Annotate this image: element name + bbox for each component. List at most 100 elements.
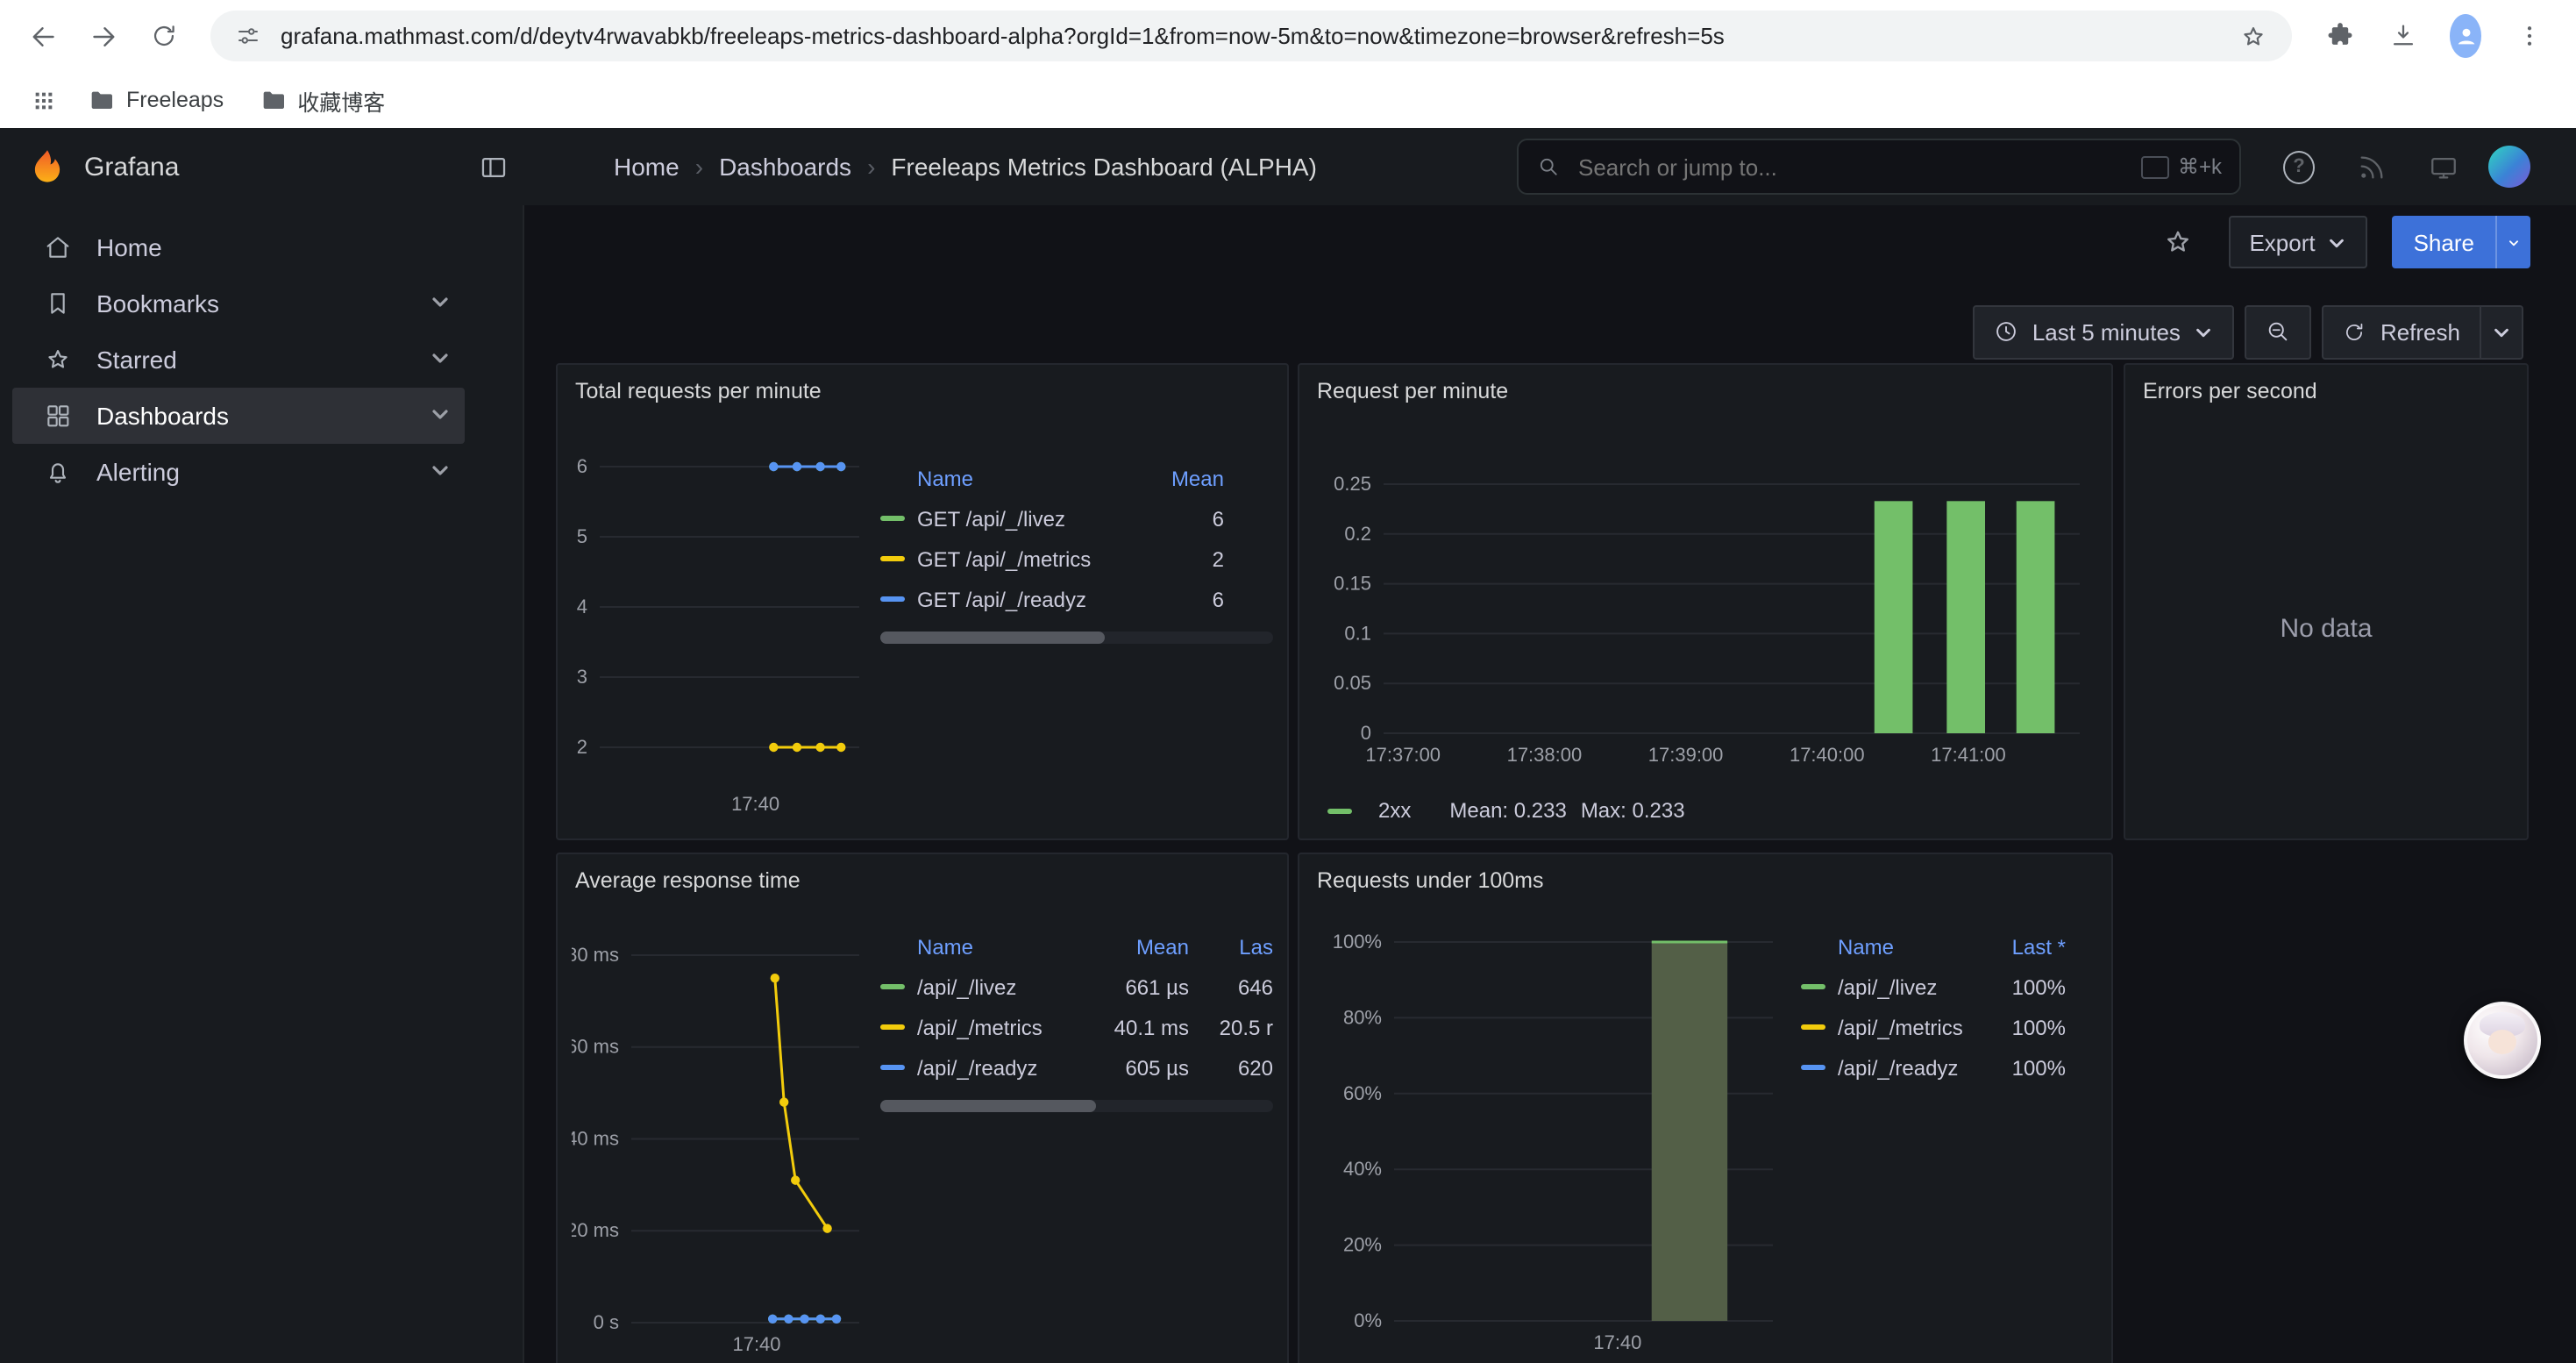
scrollbar-thumb[interactable] bbox=[880, 1100, 1096, 1112]
rss-icon bbox=[2356, 152, 2386, 182]
refresh-interval-button[interactable] bbox=[2481, 304, 2523, 359]
assistant-avatar-button[interactable] bbox=[2464, 1002, 2541, 1079]
profile-button[interactable] bbox=[2439, 10, 2492, 62]
extensions-button[interactable] bbox=[2313, 10, 2366, 62]
downloads-button[interactable] bbox=[2376, 10, 2429, 62]
breadcrumb: Home › Dashboards › Freeleaps Metrics Da… bbox=[614, 153, 1317, 181]
svg-text:0.05: 0.05 bbox=[1334, 672, 1371, 694]
legend-row[interactable]: /api/_/readyz 605 µs 620 bbox=[880, 1047, 1273, 1088]
sidebar-item-dashboards[interactable]: Dashboards bbox=[12, 388, 465, 444]
svg-text:17:39:00: 17:39:00 bbox=[1648, 744, 1724, 766]
panel-title[interactable]: Total requests per minute bbox=[558, 365, 1287, 417]
svg-text:17:37:00: 17:37:00 bbox=[1365, 744, 1441, 766]
keyboard-icon bbox=[2141, 155, 2169, 178]
series-color-dash bbox=[1327, 808, 1352, 813]
grafana-logo[interactable] bbox=[28, 147, 67, 186]
average-response-time-chart[interactable]: 80 ms60 ms40 ms20 ms0 s17:40 bbox=[572, 907, 870, 1363]
svg-text:20%: 20% bbox=[1343, 1234, 1382, 1256]
panel-title[interactable]: Requests under 100ms bbox=[1299, 854, 2111, 907]
refresh-button[interactable]: Refresh bbox=[2323, 304, 2481, 359]
favorite-dashboard-button[interactable] bbox=[2151, 216, 2203, 268]
legend-row[interactable]: /api/_/metrics 40.1 ms 20.5 r bbox=[880, 1007, 1273, 1047]
panel-title[interactable]: Request per minute bbox=[1299, 365, 2111, 417]
legend-col-name[interactable]: Name bbox=[880, 935, 1087, 960]
dock-menu-button[interactable] bbox=[466, 140, 519, 193]
legend-col-last[interactable]: Last * bbox=[1978, 935, 2066, 960]
svg-text:17:40: 17:40 bbox=[731, 793, 779, 815]
puzzle-icon bbox=[2324, 21, 2354, 51]
home-icon bbox=[44, 233, 72, 261]
site-info-icon[interactable] bbox=[235, 23, 261, 49]
apps-shortcut-button[interactable] bbox=[21, 77, 67, 123]
url-input[interactable] bbox=[277, 21, 2224, 51]
panel-title[interactable]: Average response time bbox=[558, 854, 1287, 907]
refresh-icon bbox=[2344, 320, 2366, 343]
bookmark-folder-freeleaps[interactable]: Freeleaps bbox=[74, 79, 238, 121]
sidebar-item-alerting[interactable]: Alerting bbox=[12, 444, 465, 500]
bookmark-star-icon[interactable] bbox=[2239, 22, 2267, 50]
legend-col-name[interactable]: Name bbox=[1801, 935, 1978, 960]
requests-per-minute-chart[interactable]: 0.250.20.150.10.05017:37:0017:38:0017:39… bbox=[1313, 417, 2097, 775]
legend-scrollbar[interactable] bbox=[880, 1100, 1273, 1112]
scrollbar-thumb[interactable] bbox=[880, 632, 1104, 644]
chevron-down-icon[interactable] bbox=[430, 289, 451, 318]
sidebar-item-home[interactable]: Home bbox=[12, 219, 465, 275]
legend-row[interactable]: /api/_/livez 661 µs 646 bbox=[880, 967, 1273, 1007]
breadcrumb-dashboards[interactable]: Dashboards bbox=[719, 153, 851, 181]
legend-col-mean[interactable]: Mean bbox=[1126, 467, 1224, 491]
news-button[interactable] bbox=[2345, 140, 2397, 193]
back-button[interactable] bbox=[18, 10, 70, 62]
export-button[interactable]: Export bbox=[2228, 216, 2367, 268]
series-color-dash bbox=[880, 984, 905, 989]
bookmark-label: 收藏博客 bbox=[297, 83, 385, 117]
svg-text:40 ms: 40 ms bbox=[572, 1127, 619, 1149]
chevron-down-icon[interactable] bbox=[430, 402, 451, 430]
total-requests-chart[interactable]: 6543217:40 bbox=[572, 417, 870, 821]
user-avatar[interactable] bbox=[2488, 146, 2530, 188]
legend-row[interactable]: GET /api/_/metrics 2 bbox=[880, 539, 1273, 579]
sidebar-item-starred[interactable]: Starred bbox=[12, 332, 465, 388]
svg-text:17:40: 17:40 bbox=[1593, 1331, 1641, 1353]
time-range-picker[interactable]: Last 5 minutes bbox=[1973, 304, 2235, 359]
legend-row[interactable]: /api/_/metrics 100% bbox=[1801, 1007, 2066, 1047]
breadcrumb-home[interactable]: Home bbox=[614, 153, 680, 181]
kiosk-mode-button[interactable] bbox=[2416, 140, 2469, 193]
forward-button[interactable] bbox=[77, 10, 130, 62]
panel-body: No data bbox=[2125, 417, 2527, 838]
reload-button[interactable] bbox=[137, 10, 189, 62]
zoom-out-button[interactable] bbox=[2245, 304, 2312, 359]
bookmark-folder-blogs[interactable]: 收藏博客 bbox=[245, 79, 399, 121]
legend-row[interactable]: /api/_/readyz 100% bbox=[1801, 1047, 2066, 1088]
legend-col-last[interactable]: Las bbox=[1199, 935, 1273, 960]
legend-inline[interactable]: 2xx Mean: 0.233 Max: 0.233 bbox=[1327, 798, 1685, 823]
reload-icon bbox=[148, 21, 178, 51]
legend-row[interactable]: GET /api/_/readyz 6 bbox=[880, 579, 1273, 619]
search-box[interactable]: ⌘+k bbox=[1517, 139, 2241, 195]
chevron-down-icon[interactable] bbox=[430, 346, 451, 374]
svg-text:5: 5 bbox=[577, 525, 587, 547]
chevron-down-icon[interactable] bbox=[430, 458, 451, 486]
svg-text:0.15: 0.15 bbox=[1334, 573, 1371, 595]
panel-requests-under-100ms: Requests under 100ms 100%80%60%40%20%0%1… bbox=[1298, 853, 2113, 1363]
brand-name: Grafana bbox=[84, 152, 179, 182]
share-menu-button[interactable] bbox=[2495, 216, 2530, 268]
search-input[interactable] bbox=[1575, 152, 2127, 182]
monitor-icon bbox=[2428, 152, 2458, 182]
legend-scrollbar[interactable] bbox=[880, 632, 1273, 644]
sidebar-item-label: Alerting bbox=[96, 458, 180, 486]
legend-row[interactable]: GET /api/_/livez 6 bbox=[880, 498, 1273, 539]
address-bar[interactable] bbox=[210, 11, 2292, 61]
requests-under-100ms-chart[interactable]: 100%80%60%40%20%0%17:40 bbox=[1313, 907, 1790, 1363]
sidebar-item-bookmarks[interactable]: Bookmarks bbox=[12, 275, 465, 332]
panel-title[interactable]: Errors per second bbox=[2125, 365, 2527, 417]
legend-col-mean[interactable]: Mean bbox=[1087, 935, 1189, 960]
svg-text:80%: 80% bbox=[1343, 1006, 1382, 1028]
svg-text:40%: 40% bbox=[1343, 1158, 1382, 1180]
chevron-down-icon bbox=[2328, 232, 2347, 252]
share-button[interactable]: Share bbox=[2393, 216, 2495, 268]
browser-menu-button[interactable] bbox=[2502, 10, 2555, 62]
legend-col-name[interactable]: Name bbox=[880, 467, 1126, 491]
share-split-button: Share bbox=[2393, 216, 2530, 268]
legend-row[interactable]: /api/_/livez 100% bbox=[1801, 967, 2066, 1007]
help-button[interactable]: ? bbox=[2273, 140, 2325, 193]
